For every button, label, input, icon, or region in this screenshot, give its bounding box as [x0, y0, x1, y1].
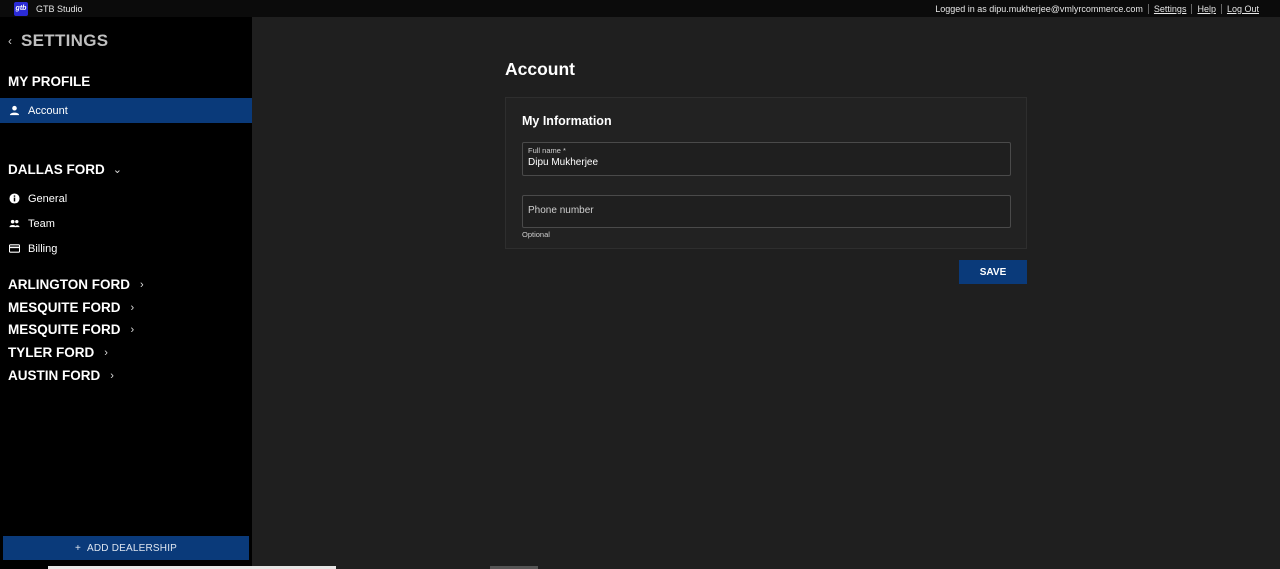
people-icon	[9, 219, 20, 228]
info-icon	[9, 193, 20, 204]
logout-link[interactable]: Log Out	[1220, 3, 1264, 14]
dealer-austin-ford[interactable]: AUSTIN FORD ›	[8, 368, 114, 383]
app-title: GTB Studio	[36, 3, 83, 14]
full-name-value: Dipu Mukherjee	[528, 157, 599, 168]
add-dealership-label: ADD DEALERSHIP	[87, 542, 178, 554]
sidebar: ‹ SETTINGS MY PROFILE Account DALLAS FOR…	[0, 17, 252, 569]
chevron-right-icon: ›	[130, 301, 135, 314]
sidebar-item-label: General	[28, 192, 68, 205]
dealer-tyler-ford[interactable]: TYLER FORD ›	[8, 345, 108, 360]
sidebar-item-label: Billing	[28, 242, 58, 255]
my-profile-label: MY PROFILE	[8, 74, 91, 89]
person-icon	[9, 105, 20, 116]
top-bar: gtb GTB Studio Logged in as dipu.mukherj…	[0, 0, 1280, 17]
dealer-heading-dallas[interactable]: DALLAS FORD ⌄	[8, 162, 122, 177]
credit-card-icon	[9, 244, 20, 253]
card-title: My Information	[522, 114, 612, 128]
sidebar-item-billing[interactable]: Billing	[0, 236, 252, 261]
sidebar-item-account[interactable]: Account	[0, 98, 252, 123]
sidebar-item-label: Account	[28, 104, 68, 117]
logged-in-text: Logged in as dipu.mukherjee@vmlyrcommerc…	[935, 3, 1143, 14]
dealer-name: MESQUITE FORD	[8, 322, 121, 337]
sidebar-item-team[interactable]: Team	[0, 211, 252, 236]
my-information-card: My Information Full name * Dipu Mukherje…	[505, 97, 1027, 249]
settings-title: SETTINGS	[21, 31, 109, 50]
chevron-right-icon: ›	[110, 369, 114, 382]
dealer-name: AUSTIN FORD	[8, 368, 101, 383]
chevron-down-icon: ⌄	[112, 164, 122, 176]
page-title: Account	[505, 59, 575, 79]
settings-link[interactable]: Settings	[1147, 3, 1192, 14]
dealer-name: ARLINGTON FORD	[8, 277, 130, 292]
dealer-name: DALLAS FORD	[8, 162, 105, 177]
back-button[interactable]: ‹ SETTINGS	[8, 31, 108, 51]
top-links: Logged in as dipu.mukherjee@vmlyrcommerc…	[935, 3, 1280, 14]
gtb-logo-icon: gtb	[14, 1, 28, 16]
dealer-name: TYLER FORD	[8, 345, 95, 360]
full-name-field[interactable]: Full name * Dipu Mukherjee	[522, 142, 1011, 176]
sidebar-item-general[interactable]: General	[0, 186, 252, 211]
full-name-label: Full name *	[528, 146, 566, 155]
phone-helper-text: Optional	[522, 230, 550, 239]
dealer-arlington-ford[interactable]: ARLINGTON FORD ›	[8, 277, 144, 292]
dealer-mesquite-ford[interactable]: MESQUITE FORD ›	[8, 300, 134, 315]
help-link[interactable]: Help	[1191, 3, 1221, 14]
save-button[interactable]: SAVE	[959, 260, 1027, 284]
chevron-left-icon: ‹	[8, 34, 12, 48]
chevron-right-icon: ›	[140, 278, 144, 291]
chevron-right-icon: ›	[104, 346, 108, 359]
sidebar-item-label: Team	[28, 217, 55, 230]
phone-number-field[interactable]: Phone number	[522, 195, 1011, 228]
dealer-name: MESQUITE FORD	[8, 300, 121, 315]
dealer-mesquite-ford-2[interactable]: MESQUITE FORD ›	[8, 322, 134, 337]
phone-number-placeholder: Phone number	[528, 205, 594, 216]
brand[interactable]: gtb GTB Studio	[0, 1, 83, 16]
my-profile-heading: MY PROFILE	[8, 74, 90, 89]
chevron-right-icon: ›	[130, 323, 135, 336]
plus-icon: +	[74, 542, 81, 554]
add-dealership-button[interactable]: + ADD DEALERSHIP	[3, 536, 249, 560]
